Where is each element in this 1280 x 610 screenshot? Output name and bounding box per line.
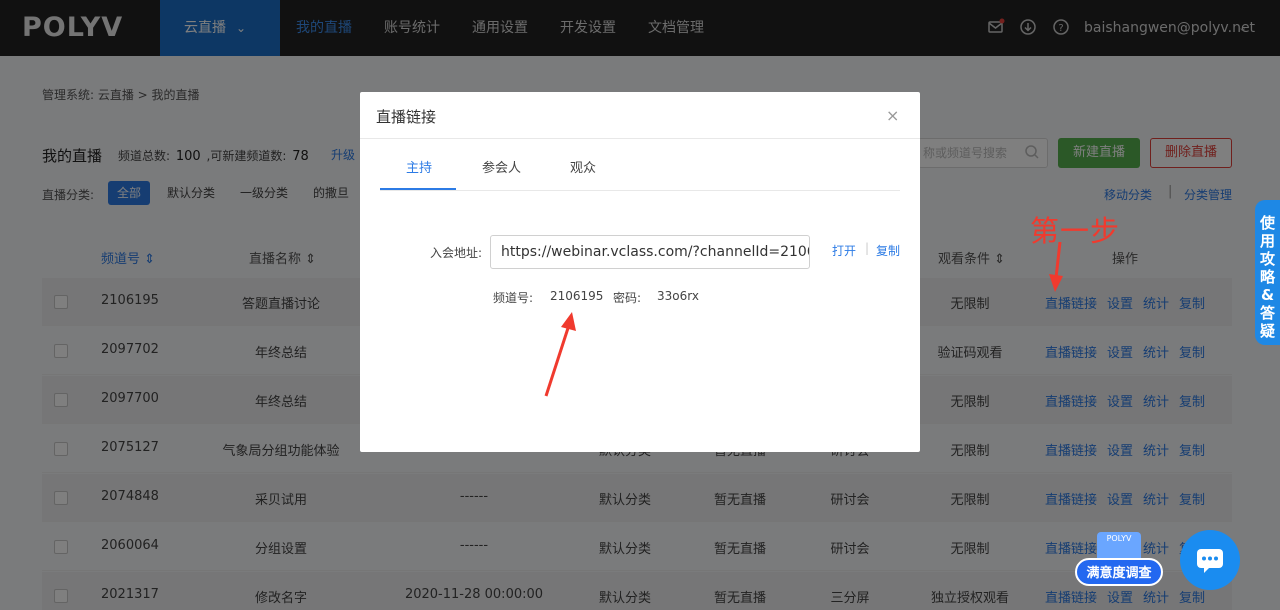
channel-value: 2106195 [550,289,604,303]
survey-label: 满意度调查 [1075,558,1163,586]
url-label: 入会地址: [430,246,483,260]
live-link-dialog: 直播链接 × 主持 参会人 观众 入会地址: https://webinar.v… [360,92,920,452]
chat-icon [1197,549,1223,573]
divider [360,138,920,139]
password-value: 33o6rx [657,289,699,303]
tab-host[interactable]: 主持 [406,157,432,176]
help-guide-tab[interactable]: 使用攻略&答疑 [1255,200,1280,345]
survey-widget[interactable]: POLYV 满意度调查 [1075,530,1163,592]
open-link[interactable]: 打开 [832,242,856,259]
chat-button[interactable] [1180,530,1240,590]
divider [380,190,900,191]
tab-participant[interactable]: 参会人 [482,157,521,176]
password-label: 密码: [613,291,642,305]
channel-label: 频道号: [493,291,534,305]
active-tab-indicator [380,188,456,190]
copy-link[interactable]: 复制 [876,242,900,259]
join-url-field[interactable]: https://webinar.vclass.com/?channelId=21… [490,235,810,269]
divider: | [865,241,870,255]
dialog-title: 直播链接 [376,108,437,126]
tab-audience[interactable]: 观众 [570,157,596,176]
step-annotation: 第一步 [1030,214,1121,248]
close-icon[interactable]: × [886,108,899,124]
